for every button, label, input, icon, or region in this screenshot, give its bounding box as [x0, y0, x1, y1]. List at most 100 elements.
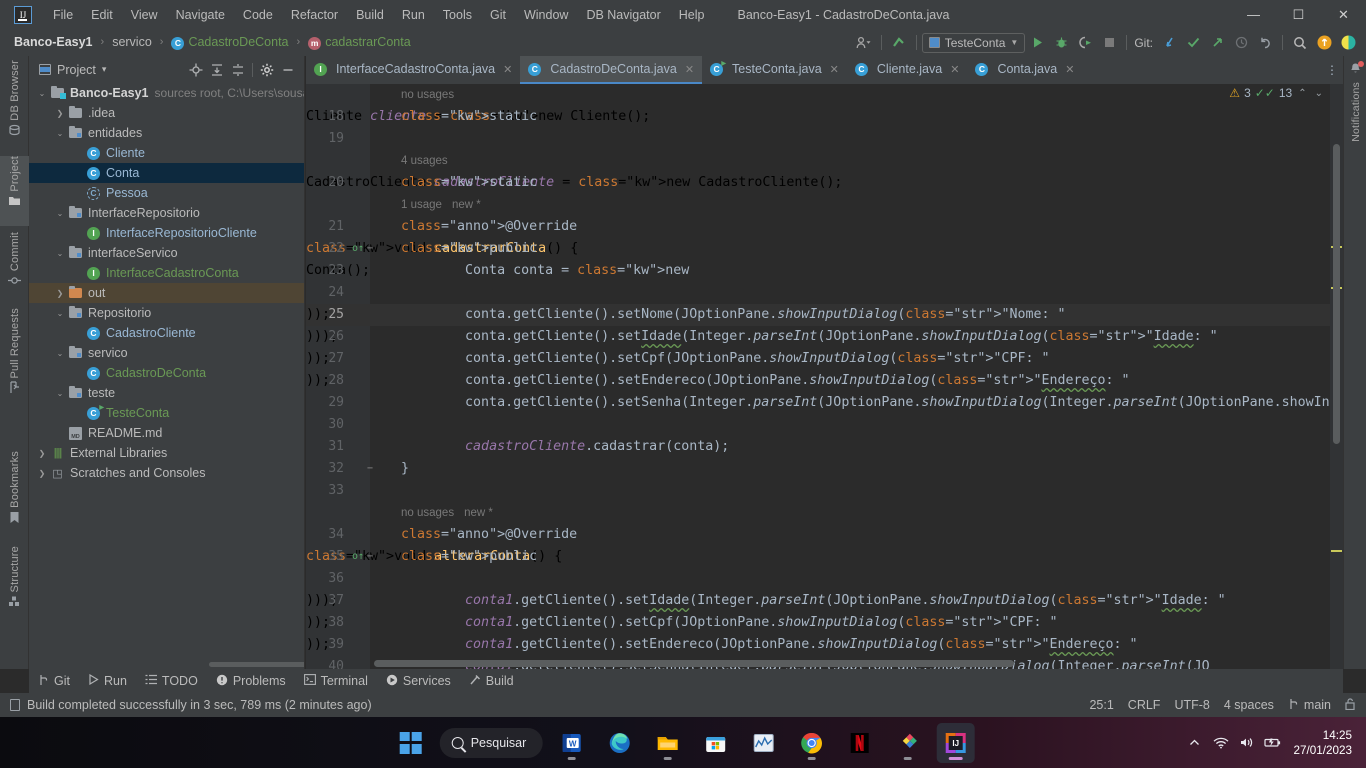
- hide-icon[interactable]: [278, 60, 298, 80]
- taskbar-app-netflix[interactable]: [840, 723, 878, 763]
- editor-marker-track[interactable]: [1330, 84, 1343, 669]
- collapse-all-icon[interactable]: [228, 60, 248, 80]
- code-line[interactable]: 37 conta1.getCliente().setIdade(Integer.…: [306, 590, 1343, 612]
- tree-node[interactable]: ⌄ teste: [29, 383, 304, 403]
- code-text[interactable]: class="anno">@Override: [401, 216, 577, 238]
- next-problem-button[interactable]: ⌄: [1313, 88, 1325, 99]
- line-number[interactable]: 36: [306, 568, 344, 590]
- ide-features-icon[interactable]: [1336, 32, 1360, 54]
- line-number[interactable]: 31: [306, 436, 344, 458]
- code-text[interactable]: conta.getCliente().setIdade(Integer.pars…: [401, 326, 1218, 348]
- sidebar-item-pull-requests[interactable]: Pull Requests: [0, 308, 29, 413]
- editor-vertical-scrollbar[interactable]: [1333, 144, 1340, 444]
- git-rollback-icon[interactable]: [1253, 32, 1277, 54]
- tab-interface-cadastro-conta[interactable]: I InterfaceCadastroConta.java ✕: [306, 56, 520, 84]
- code-folding-toggle[interactable]: −: [364, 238, 376, 260]
- taskbar-app-chrome[interactable]: [792, 723, 830, 763]
- line-number[interactable]: 19: [306, 128, 344, 150]
- sidebar-item-bookmarks[interactable]: Bookmarks: [0, 451, 29, 539]
- menu-help[interactable]: Help: [670, 5, 714, 25]
- code-line[interactable]: 33: [306, 480, 1343, 502]
- tree-node[interactable]: C CadastroCliente: [29, 323, 304, 343]
- code-text[interactable]: conta.getCliente().setNome(JOptionPane.s…: [401, 304, 1065, 326]
- line-number[interactable]: 40: [306, 656, 344, 669]
- menu-tools[interactable]: Tools: [434, 5, 481, 25]
- line-number[interactable]: 38: [306, 612, 344, 634]
- code-line[interactable]: 26 conta.getCliente().setIdade(Integer.p…: [306, 326, 1343, 348]
- code-text[interactable]: }: [401, 458, 409, 480]
- taskbar-app-intellij-idea[interactable]: IJ: [936, 722, 975, 763]
- code-hint-row[interactable]: no usages new *: [306, 502, 1343, 524]
- code-line[interactable]: 21 class="anno">@Override: [306, 216, 1343, 238]
- tab-teste-conta[interactable]: C ▶ TesteConta.java ✕: [702, 56, 847, 84]
- usage-hint[interactable]: 1 usage new *: [401, 194, 481, 216]
- code-line[interactable]: 22 o↑ − class="kw">public class="kw">void c…: [306, 238, 1343, 260]
- code-text[interactable]: conta1.getCliente().setEndereco(JOptionP…: [401, 634, 1138, 656]
- code-line[interactable]: 25 conta.getCliente().setNome(JOptionPan…: [306, 304, 1343, 326]
- unlocked-icon[interactable]: [1345, 697, 1356, 713]
- account-icon[interactable]: [1312, 32, 1336, 54]
- tree-node[interactable]: C Conta: [29, 163, 304, 183]
- chevron-right-icon[interactable]: ❯: [53, 289, 67, 298]
- tool-window-git[interactable]: Git: [29, 669, 79, 693]
- usage-hint[interactable]: no usages: [401, 84, 454, 106]
- line-number[interactable]: 20: [306, 172, 344, 194]
- sidebar-item-structure[interactable]: Structure: [0, 546, 29, 626]
- wifi-icon[interactable]: [1208, 717, 1234, 768]
- stop-icon[interactable]: [1097, 32, 1121, 54]
- chevron-right-icon[interactable]: ❯: [53, 109, 67, 118]
- line-number[interactable]: 28: [306, 370, 344, 392]
- tool-window-run[interactable]: Run: [79, 669, 136, 693]
- line-number[interactable]: 30: [306, 414, 344, 436]
- line-number[interactable]: 27: [306, 348, 344, 370]
- tree-node[interactable]: C Pessoa: [29, 183, 304, 203]
- code-line[interactable]: 20 class="kw">static CadastroCliente cada…: [306, 172, 1343, 194]
- coverage-icon[interactable]: [1073, 32, 1097, 54]
- line-number[interactable]: 33: [306, 480, 344, 502]
- line-number[interactable]: 32: [306, 458, 344, 480]
- git-commit-icon[interactable]: [1181, 32, 1205, 54]
- inspections-widget[interactable]: ⚠ 3 ✓✓ 13 ⌃ ⌄: [1229, 86, 1325, 100]
- code-line[interactable]: 38 conta1.getCliente().setCpf(JOptionPan…: [306, 612, 1343, 634]
- git-update-icon[interactable]: [1157, 32, 1181, 54]
- close-icon[interactable]: ✕: [503, 63, 512, 76]
- maximize-button[interactable]: ☐: [1276, 0, 1321, 29]
- code-line[interactable]: 36: [306, 568, 1343, 590]
- settings-icon[interactable]: [257, 60, 277, 80]
- locate-icon[interactable]: [186, 60, 206, 80]
- indent-setting[interactable]: 4 spaces: [1224, 698, 1274, 712]
- taskbar-app-paint[interactable]: [888, 723, 926, 763]
- tree-node[interactable]: ⌄ Repositorio: [29, 303, 304, 323]
- taskbar-app-task-manager[interactable]: [744, 723, 782, 763]
- line-number[interactable]: 29: [306, 392, 344, 414]
- line-number[interactable]: 22: [306, 238, 344, 260]
- taskbar-app-file-explorer[interactable]: [648, 723, 686, 763]
- taskbar-app-edge[interactable]: [600, 723, 638, 763]
- code-line[interactable]: 24: [306, 282, 1343, 304]
- debug-icon[interactable]: [1049, 32, 1073, 54]
- tree-node[interactable]: ⌄ servico: [29, 343, 304, 363]
- code-line[interactable]: 27 conta.getCliente().setCpf(JOptionPane…: [306, 348, 1343, 370]
- editor-tabs-more-button[interactable]: ⋮: [1321, 56, 1343, 84]
- code-text[interactable]: class="anno">@Override: [401, 524, 577, 546]
- menu-code[interactable]: Code: [234, 5, 282, 25]
- taskbar-clock[interactable]: 14:25 27/01/2023: [1294, 728, 1353, 758]
- project-horizontal-scrollbar[interactable]: [209, 662, 304, 667]
- code-line[interactable]: 30: [306, 414, 1343, 436]
- windows-start-icon[interactable]: [392, 723, 430, 763]
- code-folding-toggle[interactable]: −: [364, 546, 376, 568]
- tree-node[interactable]: C Cliente: [29, 143, 304, 163]
- code-text[interactable]: Conta conta = class="kw">new: [401, 260, 689, 282]
- breadcrumb-class[interactable]: C CadastroDeConta: [167, 34, 292, 50]
- tab-cliente[interactable]: C Cliente.java ✕: [847, 56, 968, 84]
- chevron-down-icon[interactable]: ⌄: [53, 309, 67, 318]
- tree-node[interactable]: CTesteConta: [29, 403, 304, 423]
- close-icon[interactable]: ✕: [1065, 63, 1074, 76]
- tool-window-problems[interactable]: Problems: [207, 669, 295, 693]
- taskbar-app-word[interactable]: W: [552, 723, 590, 763]
- run-icon[interactable]: [1025, 32, 1049, 54]
- git-push-icon[interactable]: [1205, 32, 1229, 54]
- menu-view[interactable]: View: [122, 5, 167, 25]
- menu-file[interactable]: File: [44, 5, 82, 25]
- code-text[interactable]: cadastroCliente.cadastrar(conta);: [401, 436, 729, 458]
